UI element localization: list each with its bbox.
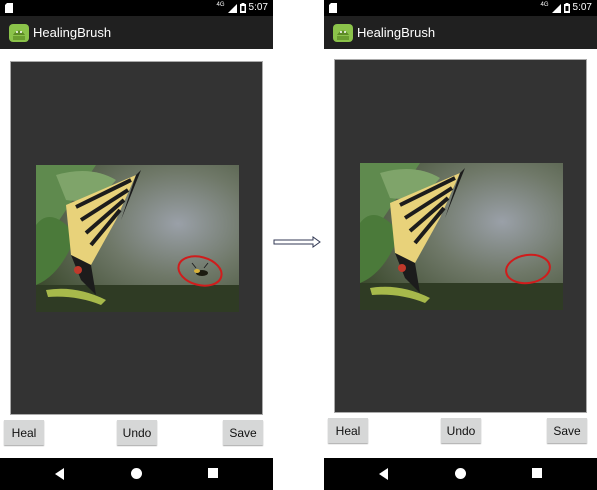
status-time: 5:07: [248, 2, 268, 13]
battery-icon: [563, 3, 570, 13]
app-bar: HealingBrush: [0, 16, 273, 49]
sd-card-icon: [329, 3, 337, 13]
undo-button[interactable]: Undo: [117, 420, 157, 445]
image-canvas[interactable]: [10, 61, 263, 415]
signal-icon: [551, 3, 561, 13]
home-icon[interactable]: [455, 468, 466, 479]
butterfly-photo-healed[interactable]: [360, 163, 563, 310]
battery-icon: [239, 3, 246, 13]
home-icon[interactable]: [131, 468, 142, 479]
status-icons: 4G 5:07: [541, 2, 592, 14]
network-type: 4G: [540, 2, 549, 8]
heal-button[interactable]: Heal: [4, 420, 44, 445]
undo-button[interactable]: Undo: [441, 418, 481, 443]
app-title: HealingBrush: [33, 25, 112, 40]
recent-apps-icon[interactable]: [532, 468, 542, 478]
back-icon[interactable]: [55, 468, 64, 480]
butterfly-photo[interactable]: [36, 165, 239, 312]
save-button[interactable]: Save: [223, 420, 263, 445]
back-icon[interactable]: [379, 468, 388, 480]
recent-apps-icon[interactable]: [208, 468, 218, 478]
app-title: HealingBrush: [357, 25, 436, 40]
android-app-icon: [9, 24, 29, 42]
navigation-bar: [324, 458, 597, 490]
status-bar: 4G 5:07: [324, 0, 597, 16]
signal-icon: [227, 3, 237, 13]
right-arrow-icon: [273, 236, 321, 248]
save-button[interactable]: Save: [547, 418, 587, 443]
status-bar: 4G 5:07: [0, 0, 273, 16]
navigation-bar: [0, 458, 273, 490]
phone-screen-after: 4G 5:07 HealingBrush Heal Undo Save: [324, 0, 597, 490]
phone-screen-before: 4G 5:07 HealingBrush Heal Undo Save: [0, 0, 273, 490]
android-app-icon: [333, 24, 353, 42]
heal-button[interactable]: Heal: [328, 418, 368, 443]
status-time: 5:07: [572, 2, 592, 13]
sd-card-icon: [5, 3, 13, 13]
status-icons: 4G 5:07: [217, 2, 268, 14]
network-type: 4G: [216, 2, 225, 8]
image-canvas[interactable]: [334, 59, 587, 413]
app-bar: HealingBrush: [324, 16, 597, 49]
